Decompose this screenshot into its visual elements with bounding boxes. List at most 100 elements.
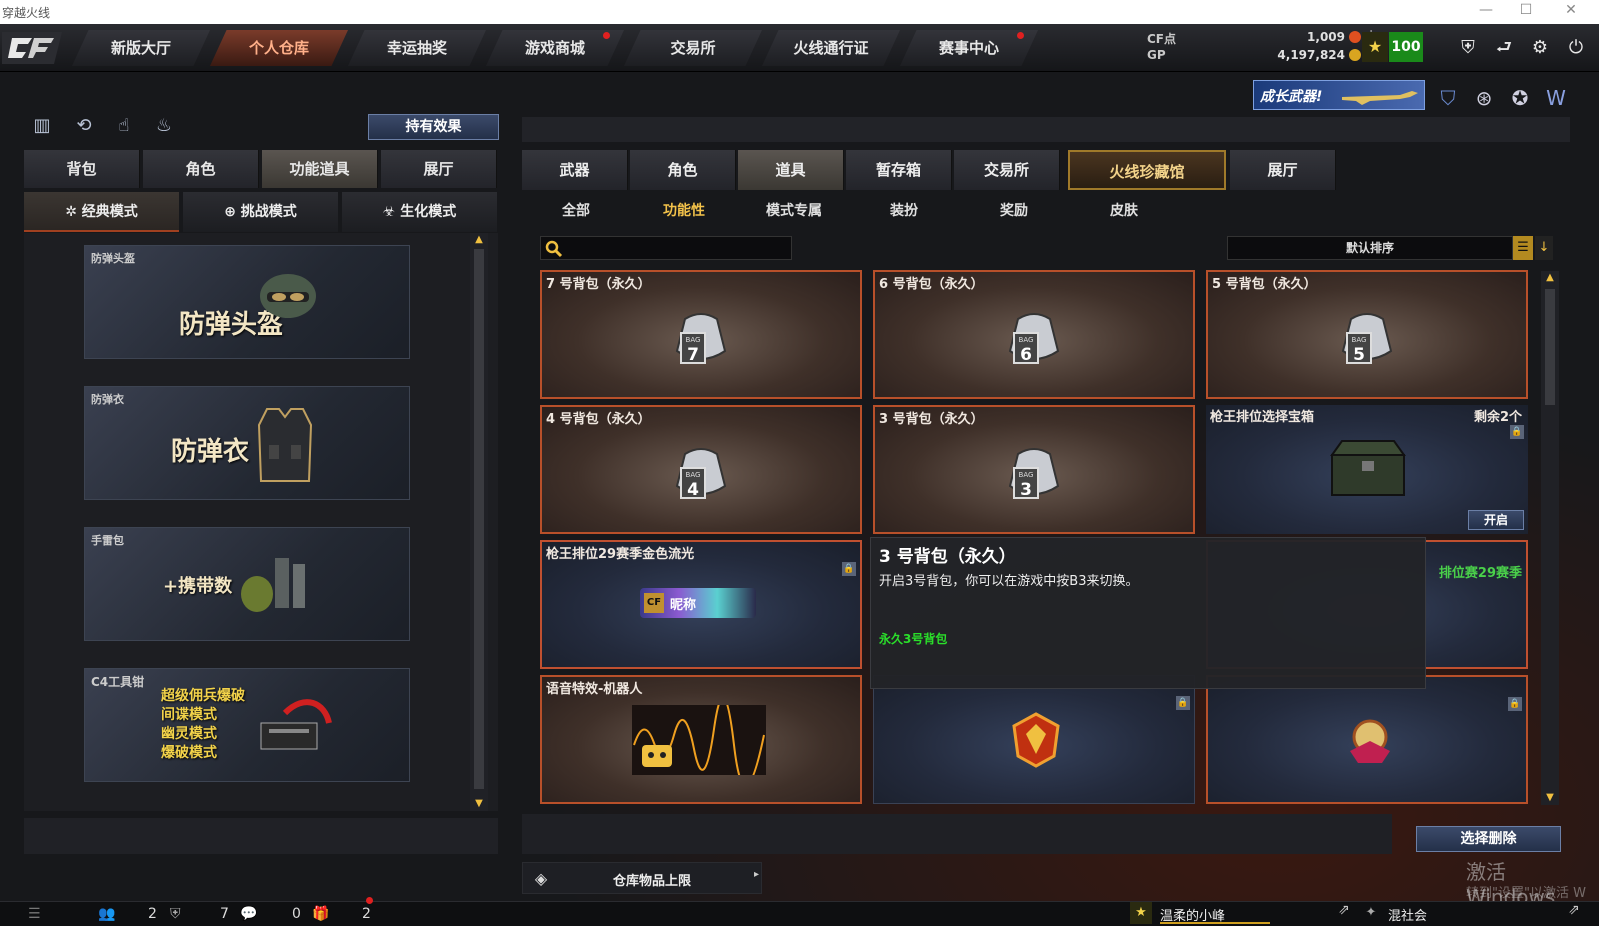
- item-card-voice-robot[interactable]: 语音特效-机器人: [540, 675, 862, 804]
- nav-tab-warehouse[interactable]: 个人仓库: [210, 30, 348, 66]
- tab-roles[interactable]: 角色: [630, 150, 736, 190]
- nav-tab-exchange[interactable]: 交易所: [624, 30, 762, 66]
- maximize-button[interactable]: ☐: [1511, 2, 1541, 18]
- tab-right-showroom[interactable]: 展厅: [1230, 150, 1336, 190]
- friend-entry-2[interactable]: ✦ 混社会 ⇗: [1360, 902, 1580, 924]
- item-card-emblem-1[interactable]: 🔒: [873, 675, 1195, 804]
- item-card-bag3[interactable]: 3 号背包（永久） BAG 3: [873, 405, 1195, 534]
- return-icon[interactable]: ⮐: [1488, 32, 1520, 64]
- search-input[interactable]: [540, 236, 792, 260]
- tab-functional-items[interactable]: 功能道具: [262, 150, 378, 188]
- tooltip-attribute: 永久3号背包: [879, 632, 948, 646]
- scroll-thumb[interactable]: [1545, 289, 1555, 405]
- gp-label: GP: [1147, 48, 1166, 62]
- settings-icon[interactable]: ⚙: [1524, 32, 1556, 64]
- lock-icon[interactable]: 🔒: [1510, 425, 1524, 439]
- helmet-card[interactable]: 防弹头盔 防弹头盔: [84, 245, 410, 359]
- search-field[interactable]: [567, 239, 787, 257]
- search-icon: [545, 240, 563, 258]
- menu-icon[interactable]: ☰: [28, 904, 41, 924]
- ranking-icon[interactable]: ▥: [28, 112, 56, 140]
- chat-icon[interactable]: 💬: [240, 904, 257, 924]
- history-icon[interactable]: ⟲: [70, 112, 98, 140]
- item-tooltip: 3 号背包（永久） 开启3号背包，你可以在游戏中按B3来切换。 永久3号背包: [870, 537, 1426, 689]
- list-view-icon[interactable]: ☰: [1513, 236, 1533, 260]
- expand-arrow-icon[interactable]: ▸: [754, 869, 759, 880]
- select-delete-button[interactable]: 选择删除: [1416, 826, 1561, 852]
- gear-badge-icon[interactable]: ✪: [1504, 82, 1536, 114]
- subtab-all[interactable]: 全部: [526, 198, 626, 224]
- holding-effect-button[interactable]: 持有效果: [368, 114, 499, 140]
- tab-showroom[interactable]: 展厅: [381, 150, 497, 188]
- subtab-decoration[interactable]: 装扮: [854, 198, 954, 224]
- item-card-emblem-2[interactable]: 🔒: [1206, 675, 1528, 804]
- mode-zombie[interactable]: ☣ 生化模式: [342, 192, 497, 232]
- friends-icon[interactable]: 👥: [98, 904, 115, 924]
- popout-icon[interactable]: ⇗: [1568, 902, 1580, 918]
- tab-exchange[interactable]: 交易所: [954, 150, 1060, 190]
- item-card-gold-streamer[interactable]: 枪王排位29赛季金色流光 🔒 CF 昵称: [540, 540, 862, 669]
- nav-tab-events[interactable]: 赛事中心: [900, 30, 1038, 66]
- tab-storage[interactable]: 暂存箱: [846, 150, 952, 190]
- item-card-bag5[interactable]: 5 号背包（永久） BAG 5: [1206, 270, 1528, 399]
- item-card-bag4[interactable]: 4 号背包（永久） BAG 4: [540, 405, 862, 534]
- subtab-functional[interactable]: 功能性: [634, 198, 734, 224]
- tab-collection[interactable]: 火线珍藏馆: [1068, 150, 1226, 190]
- scroll-up-icon[interactable]: ▲: [470, 233, 488, 247]
- close-button[interactable]: ✕: [1556, 2, 1586, 18]
- scroll-up-icon[interactable]: ▲: [1541, 271, 1559, 285]
- popout-icon[interactable]: ⇗: [1338, 902, 1350, 918]
- scroll-down-icon[interactable]: ▼: [1541, 791, 1559, 805]
- lock-icon[interactable]: 🔒: [1176, 696, 1190, 710]
- tab-character[interactable]: 角色: [143, 150, 259, 188]
- tab-items[interactable]: 道具: [738, 150, 844, 190]
- wings-icon[interactable]: W: [1540, 82, 1572, 114]
- tab-weapons[interactable]: 武器: [522, 150, 628, 190]
- left-scrollbar[interactable]: ▲ ▼: [470, 233, 488, 811]
- clan-shield-icon[interactable]: ⛨: [170, 904, 181, 924]
- right-scrollbar[interactable]: ▲ ▼: [1541, 271, 1559, 805]
- cf-logo[interactable]: [2, 26, 62, 70]
- sort-dropdown[interactable]: 默认排序: [1227, 236, 1513, 260]
- bag-icon[interactable]: ♨: [150, 112, 178, 140]
- grenade-pack-card[interactable]: 手雷包 +携带数: [84, 527, 410, 641]
- open-chest-button[interactable]: 开启: [1468, 510, 1524, 530]
- item-card-ranked-chest[interactable]: 枪王排位选择宝箱 剩余2个 🔒 开启: [1206, 405, 1528, 534]
- chat-count: 0: [292, 906, 301, 922]
- vest-card[interactable]: 防弹衣 防弹衣: [84, 386, 410, 500]
- warehouse-capacity-bar[interactable]: ◈ 仓库物品上限 ▸: [522, 862, 762, 894]
- nav-tab-shop[interactable]: 游戏商城: [486, 30, 624, 66]
- subtab-reward[interactable]: 奖励: [964, 198, 1064, 224]
- lock-icon[interactable]: 🔒: [1508, 697, 1522, 711]
- growth-weapon-banner[interactable]: 成长武器!: [1253, 80, 1425, 110]
- nav-tab-lottery[interactable]: 幸运抽奖: [348, 30, 486, 66]
- minimize-button[interactable]: —: [1471, 2, 1501, 18]
- lock-icon[interactable]: 🔒: [842, 562, 856, 576]
- nav-tab-lobby[interactable]: 新版大厅: [72, 30, 210, 66]
- right-footer: [522, 814, 1392, 854]
- subtab-mode-exclusive[interactable]: 模式专属: [744, 198, 844, 224]
- item-card-bag6[interactable]: 6 号背包（永久） BAG 6: [873, 270, 1195, 399]
- c4-pliers-card[interactable]: C4工具钳 超级佣兵爆破 间谍模式 幽灵模式 爆破模式: [84, 668, 410, 782]
- svg-text:4: 4: [687, 480, 699, 500]
- mode-challenge[interactable]: ⊕ 挑战模式: [183, 192, 338, 232]
- shield-icon[interactable]: ⛨: [1452, 32, 1484, 64]
- mode-classic[interactable]: ✲ 经典模式: [24, 192, 179, 232]
- subtab-skin[interactable]: 皮肤: [1074, 198, 1174, 224]
- scroll-down-icon[interactable]: ▼: [470, 797, 488, 811]
- notification-dot: [1017, 32, 1024, 39]
- scroll-thumb[interactable]: [474, 249, 484, 789]
- cf-coin-icon: [1349, 31, 1361, 43]
- gift-icon[interactable]: 🎁: [312, 904, 329, 924]
- nav-tab-pass[interactable]: 火线通行证: [762, 30, 900, 66]
- hand-icon[interactable]: ☝: [110, 112, 138, 140]
- item-card-bag7[interactable]: 7 号背包（永久） BAG 7: [540, 270, 862, 399]
- globe-icon[interactable]: ⊛: [1468, 82, 1500, 114]
- functional-item-list: 防弹头盔 防弹头盔 防弹衣 防弹衣 手雷包 +携带数 C4工具钳 超级佣兵爆破 …: [24, 233, 498, 811]
- friend-entry-1[interactable]: ★ 温柔的小峰 ⇗: [1130, 902, 1370, 924]
- event-shield-icon[interactable]: ⛉: [1432, 82, 1464, 114]
- power-icon[interactable]: ⏻: [1560, 32, 1592, 64]
- rank-level[interactable]: 100: [1389, 32, 1423, 62]
- sort-direction-icon[interactable]: ↓: [1535, 236, 1553, 260]
- tab-backpack[interactable]: 背包: [24, 150, 140, 188]
